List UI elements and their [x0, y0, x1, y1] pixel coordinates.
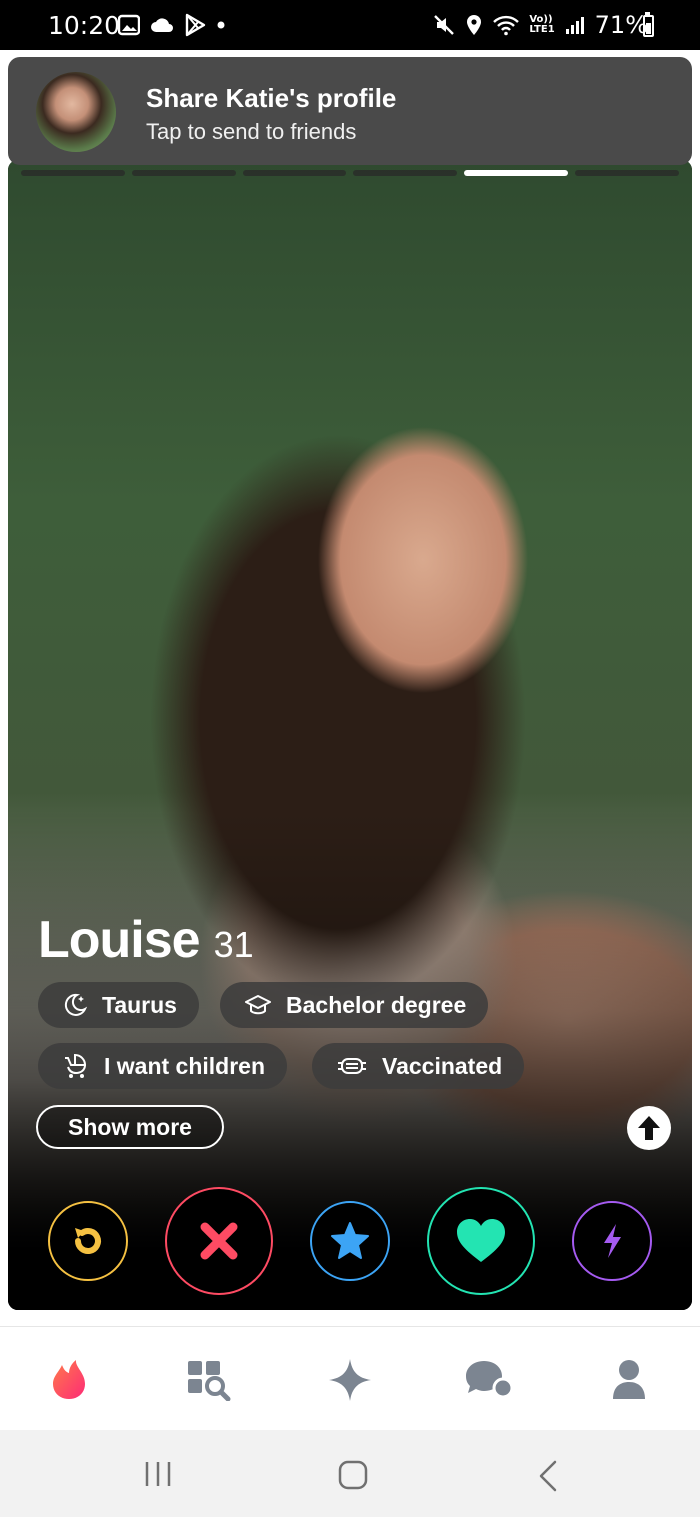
home-icon — [338, 1460, 368, 1490]
nav-explore[interactable] — [184, 1355, 234, 1405]
nav-discover[interactable] — [44, 1355, 94, 1405]
boost-button[interactable] — [572, 1201, 652, 1281]
profile-name: Louise — [38, 911, 201, 969]
signal-icon — [565, 17, 584, 34]
recent-apps-icon — [145, 1462, 171, 1486]
photo-progress-segment — [353, 170, 458, 176]
photo-progress-segment — [21, 170, 125, 176]
nav-profile[interactable] — [604, 1355, 654, 1405]
gallery-icon — [118, 14, 140, 36]
star-icon — [331, 1222, 369, 1259]
rewind-icon — [75, 1228, 101, 1254]
chat-bubbles-icon — [466, 1361, 514, 1399]
photo-progress-segment — [575, 170, 679, 176]
battery-icon — [643, 15, 654, 37]
profile-age: 31 — [213, 924, 254, 965]
chip-zodiac: Taurus — [38, 982, 199, 1028]
nav-top-picks[interactable] — [325, 1355, 375, 1405]
profile-name-line: Louise 31 — [38, 910, 254, 970]
share-subtitle: Tap to send to friends — [146, 119, 357, 144]
nav-messages[interactable] — [464, 1355, 514, 1405]
system-navigation-bar — [0, 1430, 700, 1517]
baby-stroller-icon — [65, 1053, 87, 1078]
rewind-button[interactable] — [48, 1201, 128, 1281]
x-icon — [200, 1222, 238, 1260]
expand-profile-button[interactable] — [627, 1106, 671, 1150]
super-like-button[interactable] — [310, 1201, 390, 1281]
status-bar: 10:20 Vo)) LTE1 71% — [0, 0, 700, 50]
dot-icon — [217, 21, 225, 29]
chip-label: Vaccinated — [382, 1052, 503, 1079]
share-profile-banner[interactable]: Share Katie's profile Tap to send to fri… — [8, 57, 692, 165]
flame-icon — [53, 1360, 85, 1399]
heart-icon — [457, 1219, 505, 1262]
show-more-button[interactable]: Show more — [36, 1105, 224, 1149]
back-icon — [539, 1460, 557, 1492]
arrow-up-icon — [638, 1116, 660, 1140]
wifi-icon — [493, 15, 520, 36]
share-title: Share Katie's profile — [146, 83, 397, 113]
chip-label: Taurus — [102, 991, 177, 1018]
lightning-icon — [604, 1224, 621, 1258]
cloud-icon — [151, 18, 173, 32]
avatar — [36, 72, 116, 152]
photo-progress-segment — [131, 170, 236, 176]
face-mask-icon — [338, 1058, 366, 1074]
network-type: Vo)) LTE1 — [529, 15, 554, 35]
home-button[interactable] — [337, 1460, 369, 1490]
back-button[interactable] — [537, 1460, 561, 1492]
photo-progress — [21, 170, 679, 176]
sparkle-icon — [329, 1359, 371, 1401]
chip-vaccination: Vaccinated — [312, 1043, 525, 1089]
chip-label: I want children — [104, 1052, 266, 1079]
nope-button[interactable] — [165, 1187, 273, 1295]
graduation-cap-icon — [245, 995, 271, 1015]
mute-icon — [434, 15, 455, 35]
person-icon — [613, 1360, 645, 1399]
bottom-nav — [0, 1326, 700, 1431]
photo-progress-segment-active — [464, 170, 569, 176]
moon-icon — [64, 993, 88, 1016]
location-icon — [467, 15, 482, 35]
chip-label: Bachelor degree — [286, 991, 467, 1018]
notification-icons — [118, 13, 226, 37]
chip-education: Bachelor degree — [220, 982, 489, 1028]
lte-label: LTE1 — [529, 24, 555, 35]
profile-card[interactable]: Louise 31 Taurus Bachelor degree I want … — [8, 160, 692, 1310]
battery-percent: 71% — [594, 11, 648, 39]
photo-progress-segment — [242, 170, 347, 176]
explore-grid-icon — [188, 1361, 231, 1401]
chip-family-plans: I want children — [38, 1043, 288, 1089]
status-time: 10:20 — [48, 11, 121, 40]
play-store-icon — [185, 13, 206, 37]
system-status-icons: Vo)) LTE1 71% — [433, 11, 648, 39]
like-button[interactable] — [427, 1187, 535, 1295]
recent-apps-button[interactable] — [143, 1460, 173, 1488]
